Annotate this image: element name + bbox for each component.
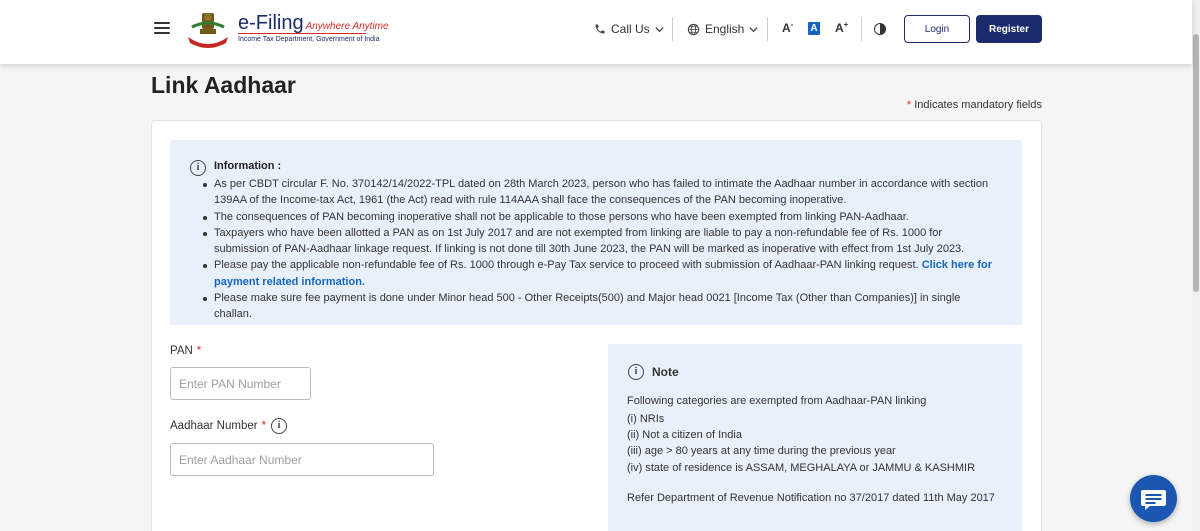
chevron-down-icon <box>655 26 664 32</box>
information-title: Information : <box>214 160 282 172</box>
chat-icon <box>1141 490 1166 510</box>
menu-icon[interactable] <box>154 22 170 34</box>
divider <box>861 17 862 41</box>
info-icon: i <box>190 160 206 176</box>
contrast-icon[interactable] <box>874 23 886 35</box>
font-decrease-button[interactable]: A- <box>782 20 793 35</box>
page-scrollbar[interactable] <box>1192 0 1200 531</box>
list-item: Taxpayers who have been allotted a PAN a… <box>196 225 996 258</box>
login-button[interactable]: Login <box>904 15 970 43</box>
list-item: The consequences of PAN becoming inopera… <box>196 209 996 225</box>
top-header: e-Filing Anywhere Anytime Income Tax Depa… <box>0 0 1192 64</box>
list-item: (i) NRIs <box>627 413 665 425</box>
font-increase-button[interactable]: A+ <box>835 20 848 35</box>
globe-icon <box>687 23 700 35</box>
note-intro: Following categories are exempted from A… <box>627 395 927 407</box>
call-us-menu[interactable]: Call Us <box>594 22 664 36</box>
chevron-down-icon <box>749 26 758 32</box>
exemption-list: (i) NRIs (ii) Not a citizen of India (ii… <box>627 411 975 476</box>
font-normal-button[interactable]: A <box>808 22 820 35</box>
logo-underline <box>238 33 366 34</box>
logo-title[interactable]: e-Filing Anywhere Anytime <box>238 12 389 35</box>
emblem-logo[interactable] <box>182 9 234 49</box>
aadhaar-input[interactable] <box>170 443 434 476</box>
aadhaar-label: Aadhaar Number * <box>170 420 267 432</box>
list-item: (iv) state of residence is ASSAM, MEGHAL… <box>627 461 976 474</box>
call-us-label: Call Us <box>611 22 650 36</box>
register-button[interactable]: Register <box>976 15 1042 43</box>
language-select[interactable]: English <box>687 22 758 36</box>
language-label: English <box>705 22 745 36</box>
scrollbar-thumb[interactable] <box>1193 34 1199 292</box>
chat-button[interactable] <box>1130 475 1177 522</box>
list-item: Please pay the applicable non-refundable… <box>196 257 996 290</box>
pan-label: PAN * <box>170 345 202 357</box>
divider <box>672 17 673 41</box>
divider <box>767 17 768 41</box>
list-item: (iii) age > 80 years at any time during … <box>627 445 896 458</box>
list-item: (ii) Not a citizen of India <box>627 429 742 442</box>
logo-subtitle: Income Tax Department, Government of Ind… <box>238 36 380 43</box>
list-item: As per CBDT circular F. No. 370142/14/20… <box>196 176 996 209</box>
pan-input[interactable] <box>170 367 311 400</box>
note-reference: Refer Department of Revenue Notification… <box>627 492 995 504</box>
info-icon: i <box>628 364 644 380</box>
logo-tagline: Anywhere Anytime <box>305 21 389 32</box>
mandatory-note: * Indicates mandatory fields <box>906 99 1042 111</box>
note-title: Note <box>652 365 679 379</box>
page-title: Link Aadhaar <box>151 72 296 98</box>
aadhaar-help-icon[interactable]: i <box>271 418 287 434</box>
list-item: Please make sure fee payment is done und… <box>196 290 996 323</box>
information-list: As per CBDT circular F. No. 370142/14/20… <box>196 176 996 323</box>
phone-icon <box>595 24 605 34</box>
